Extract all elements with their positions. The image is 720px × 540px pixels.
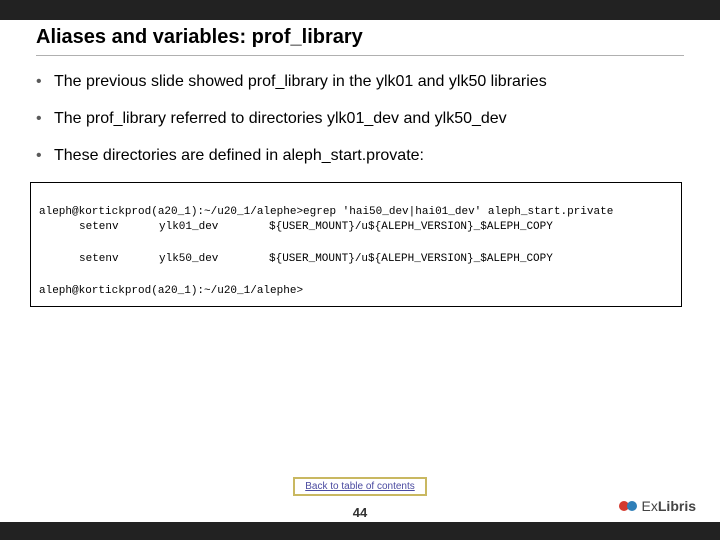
list-item: • The prof_library referred to directori… [36, 107, 676, 130]
slide-body: • The previous slide showed prof_library… [0, 60, 720, 168]
bullet-dot-icon: • [36, 70, 54, 93]
title-underline [36, 55, 684, 56]
code-line: setenvylk01_dev${USER_MOUNT}/u${ALEPH_VE… [39, 220, 673, 236]
logo-text: ExLibris [642, 498, 696, 514]
toc-link[interactable]: Back to table of contents [293, 477, 427, 496]
bullet-text: The prof_library referred to directories… [54, 107, 676, 130]
top-bar [0, 0, 720, 20]
terminal-output: aleph@kortickprod(a20_1):~/u20_1/alephe>… [30, 182, 682, 308]
code-line: aleph@kortickprod(a20_1):~/u20_1/alephe> [39, 285, 303, 297]
bullet-dot-icon: • [36, 107, 54, 130]
bottom-bar [0, 522, 720, 540]
list-item: • The previous slide showed prof_library… [36, 70, 676, 93]
code-line: setenvylk50_dev${USER_MOUNT}/u${ALEPH_VE… [39, 252, 673, 268]
bullet-dot-icon: • [36, 144, 54, 167]
toc-link-wrap: Back to table of contents [0, 476, 720, 496]
exlibris-logo: ExLibris [618, 496, 696, 516]
list-item: • These directories are defined in aleph… [36, 144, 676, 167]
logo-mark-icon [618, 496, 638, 516]
page-number: 44 [0, 505, 720, 520]
bullet-text: The previous slide showed prof_library i… [54, 70, 676, 93]
bullet-text: These directories are defined in aleph_s… [54, 144, 676, 167]
slide-title: Aliases and variables: prof_library [36, 26, 684, 49]
code-line: aleph@kortickprod(a20_1):~/u20_1/alephe>… [39, 206, 613, 218]
